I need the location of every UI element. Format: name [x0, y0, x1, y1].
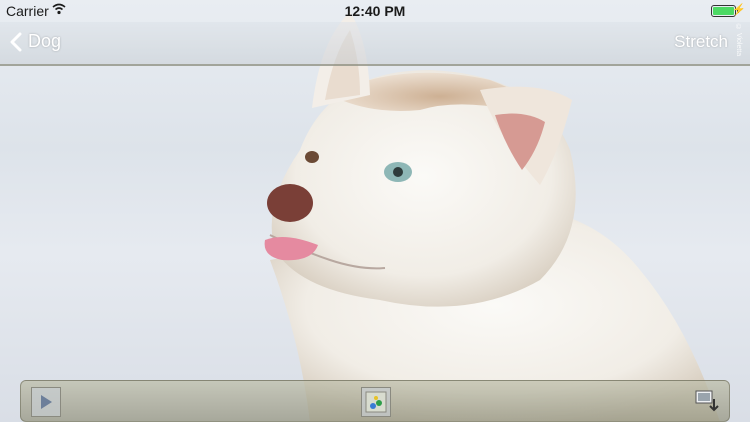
clock: 12:40 PM [344, 3, 406, 19]
export-icon [695, 390, 719, 412]
charging-icon: ⚡ [732, 4, 746, 16]
play-button[interactable] [31, 387, 61, 417]
status-bar: Carrier 12:40 PM ⚡ [0, 0, 750, 22]
navigation-bar: Dog Stretch [0, 22, 750, 66]
gallery-icon [365, 391, 387, 413]
export-button[interactable] [693, 387, 721, 415]
play-icon [41, 395, 52, 409]
photo-credit: © Violetta [735, 24, 742, 57]
bottom-toolbar [20, 380, 730, 422]
back-label: Dog [28, 31, 62, 51]
back-button[interactable]: Dog [10, 31, 61, 52]
stretch-button[interactable]: Stretch [674, 32, 728, 52]
gallery-button[interactable] [361, 387, 391, 417]
chevron-left-icon [10, 32, 22, 51]
